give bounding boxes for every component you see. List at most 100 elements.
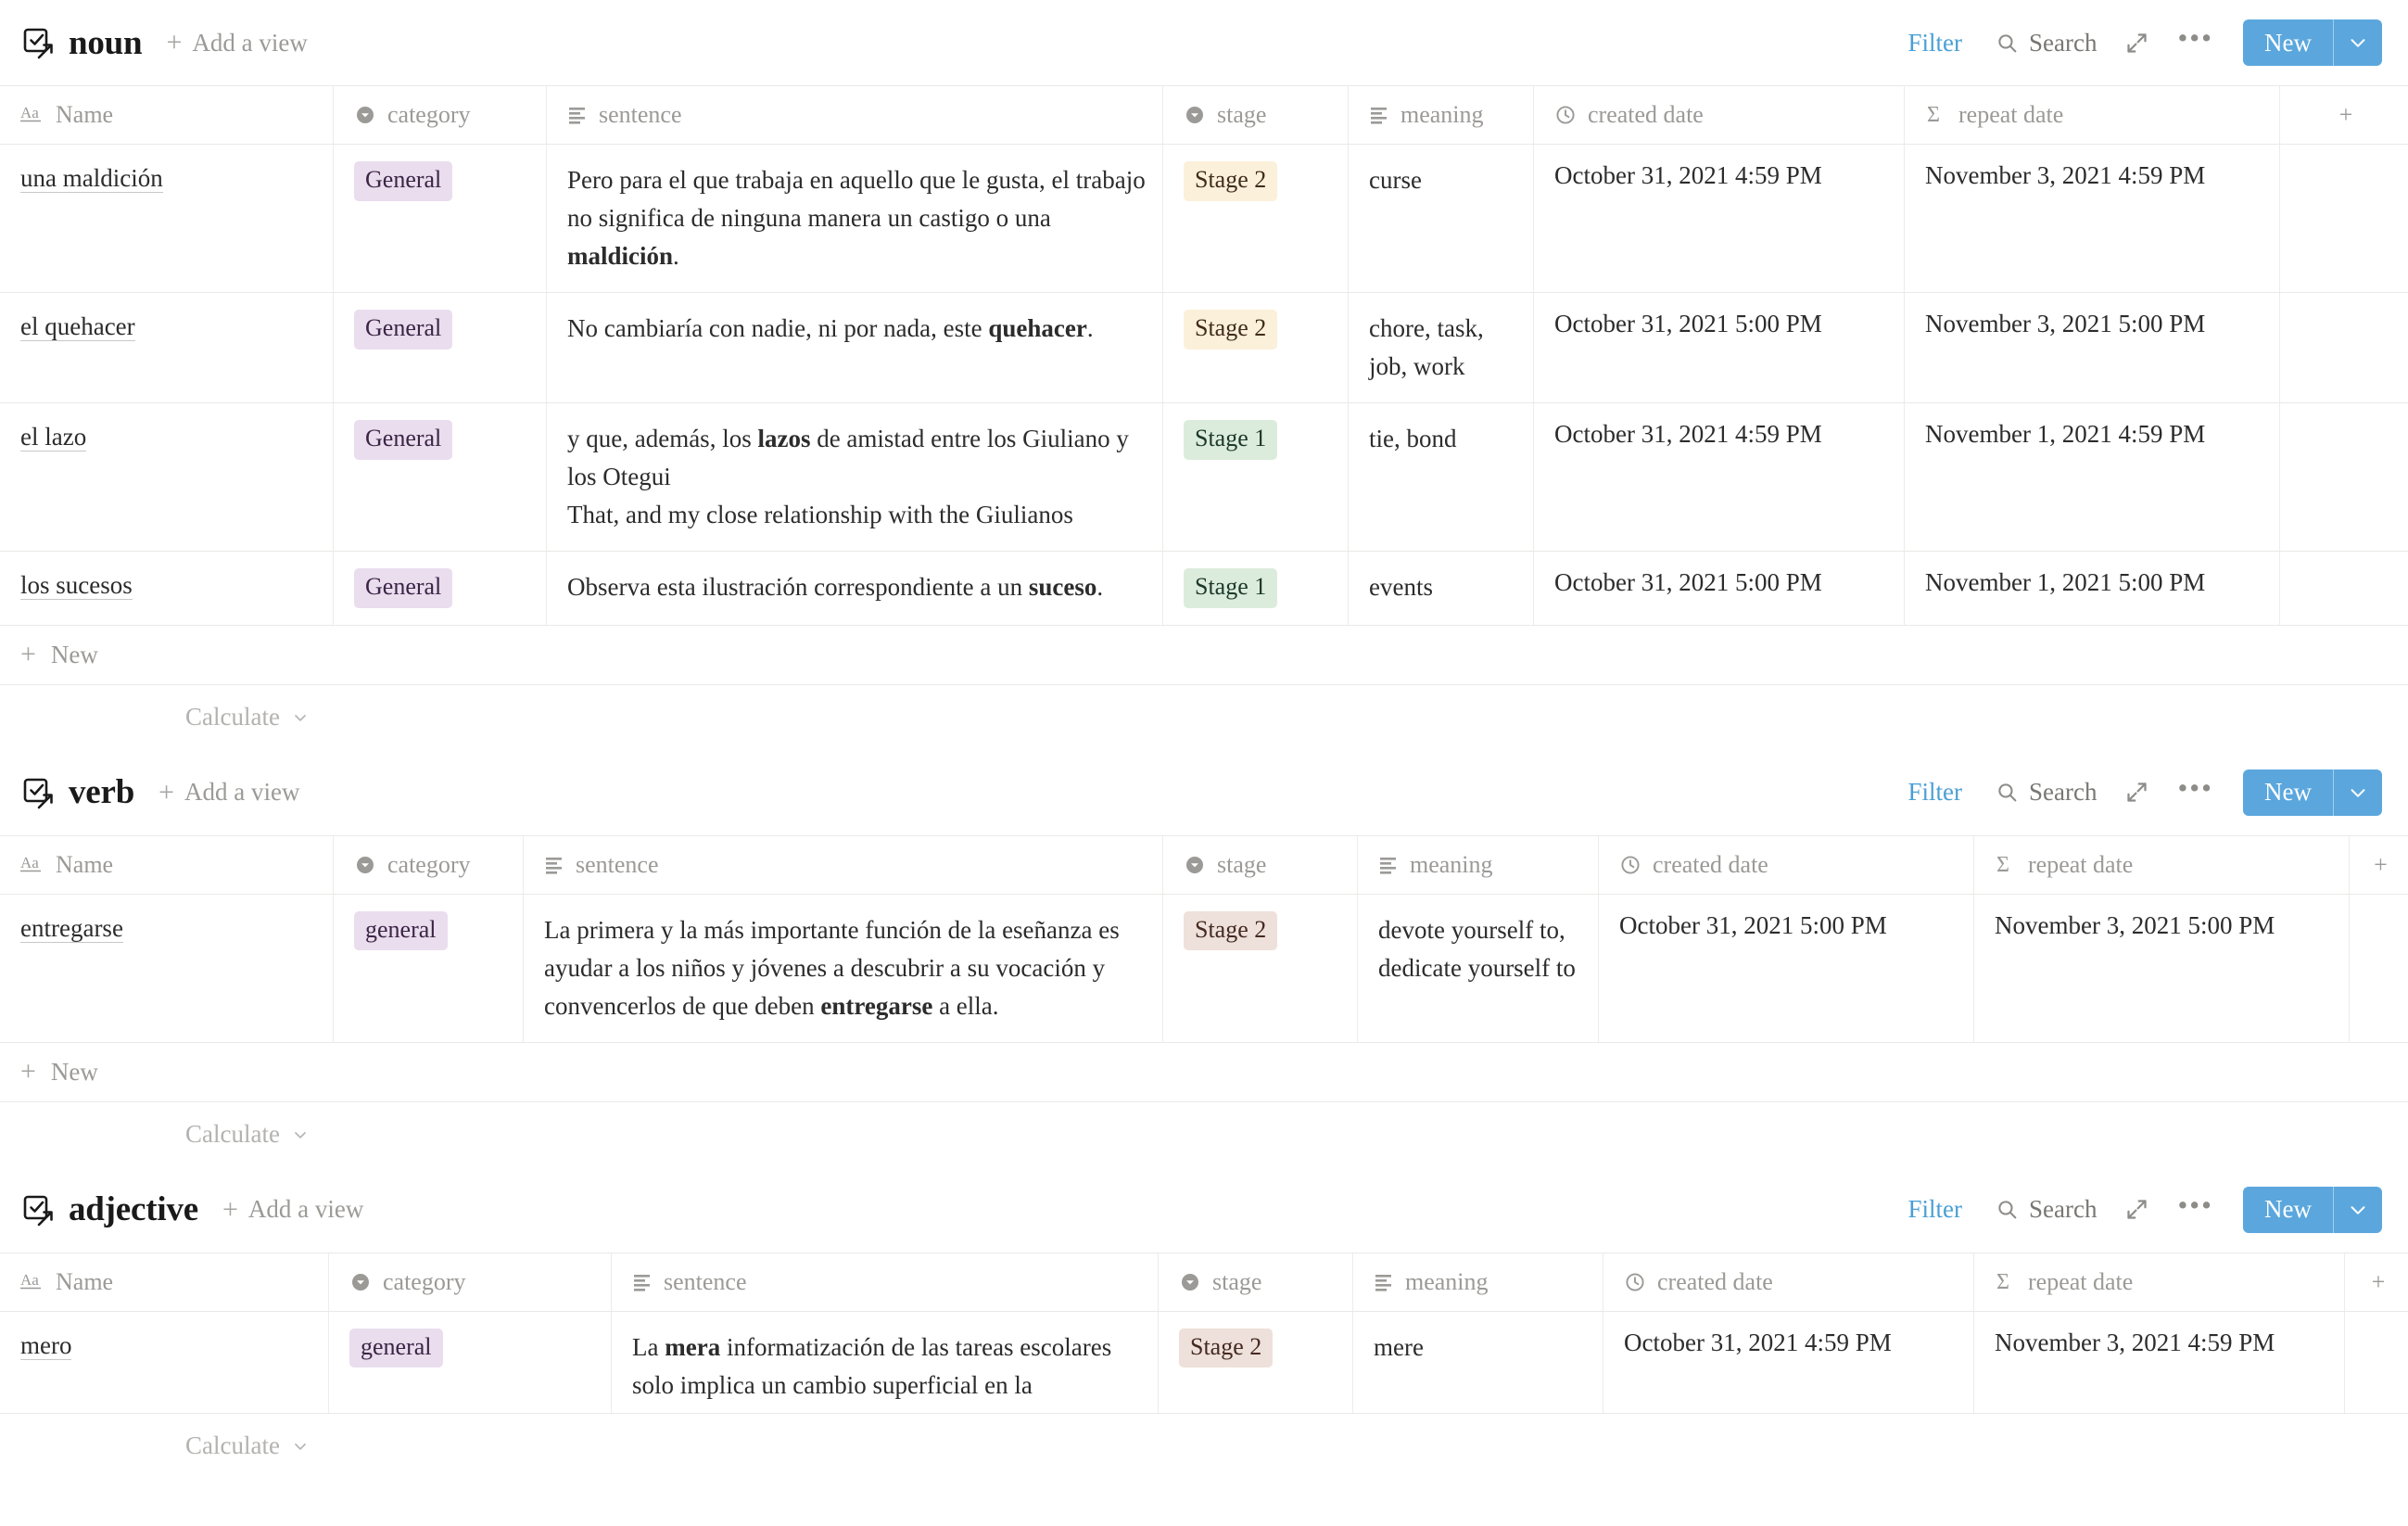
expand-icon[interactable] <box>2124 1197 2149 1222</box>
search-button[interactable]: Search <box>1996 1195 2097 1224</box>
chevron-down-icon[interactable] <box>2334 769 2382 816</box>
column-header-name[interactable]: Aa Name <box>0 835 334 894</box>
calculate-bar[interactable]: Calculate <box>0 1414 2408 1479</box>
add-column-button[interactable]: + <box>2350 836 2408 894</box>
column-header-repeat-date[interactable]: Σ repeat date <box>1974 835 2350 894</box>
filter-button[interactable]: Filter <box>1907 1195 1962 1224</box>
cell-meaning[interactable]: events <box>1349 552 1534 625</box>
new-button[interactable]: New <box>2243 769 2382 816</box>
cell-sentence[interactable]: Pero para el que trabaja en aquello que … <box>547 145 1163 293</box>
cell-created-date[interactable]: October 31, 2021 5:00 PM <box>1534 293 1905 403</box>
cell-repeat-date[interactable]: November 3, 2021 5:00 PM <box>1905 293 2280 403</box>
cell-name[interactable]: el lazo <box>0 403 334 552</box>
cell-category[interactable]: General <box>334 145 547 293</box>
cell-meaning[interactable]: devote yourself to, dedicate yourself to <box>1358 894 1599 1042</box>
cell-sentence[interactable]: Observa esta ilustración correspondiente… <box>547 552 1163 625</box>
cell-category[interactable]: General <box>334 293 547 403</box>
row-title-link[interactable]: los sucesos <box>20 571 133 601</box>
row-title-link[interactable]: mero <box>20 1330 72 1360</box>
cell-stage[interactable]: Stage 2 <box>1163 145 1349 293</box>
cell-created-date[interactable]: October 31, 2021 4:59 PM <box>1603 1311 1974 1413</box>
new-row-button[interactable]: + New <box>0 1043 2408 1102</box>
table-row[interactable]: el quehacer General No cambiaría con nad… <box>0 293 2408 404</box>
chevron-down-icon[interactable] <box>2334 19 2382 66</box>
cell-sentence[interactable]: No cambiaría con nadie, ni por nada, est… <box>547 293 1163 403</box>
column-header-repeat-date[interactable]: Σ repeat date <box>1905 86 2280 144</box>
column-header-sentence[interactable]: sentence <box>547 86 1163 144</box>
row-title-link[interactable]: el quehacer <box>20 312 135 342</box>
cell-created-date[interactable]: October 31, 2021 5:00 PM <box>1599 894 1974 1042</box>
cell-category[interactable]: General <box>334 552 547 625</box>
cell-name[interactable]: una maldición <box>0 145 334 293</box>
cell-stage[interactable]: Stage 2 <box>1163 894 1358 1042</box>
add-a-view-button[interactable]: + Add a view <box>158 778 299 807</box>
column-header-sentence[interactable]: sentence <box>524 835 1163 894</box>
cell-category[interactable]: general <box>334 894 524 1042</box>
column-header-meaning[interactable]: meaning <box>1353 1253 1603 1311</box>
column-header-sentence[interactable]: sentence <box>612 1253 1159 1311</box>
cell-stage[interactable]: Stage 2 <box>1163 293 1349 403</box>
column-header-created-date[interactable]: created date <box>1603 1253 1974 1311</box>
cell-sentence[interactable]: y que, además, los lazos de amistad entr… <box>547 403 1163 552</box>
column-header-stage[interactable]: stage <box>1163 835 1358 894</box>
cell-repeat-date[interactable]: November 3, 2021 4:59 PM <box>1905 145 2280 293</box>
column-header-name[interactable]: Aa Name <box>0 86 334 144</box>
cell-category[interactable]: general <box>329 1311 612 1413</box>
row-title-link[interactable]: entregarse <box>20 913 123 943</box>
cell-sentence[interactable]: La primera y la más importante función d… <box>524 894 1163 1042</box>
add-column-button[interactable]: + <box>2345 1253 2408 1311</box>
expand-icon[interactable] <box>2124 31 2149 56</box>
column-header-meaning[interactable]: meaning <box>1349 86 1534 144</box>
column-header-category[interactable]: category <box>334 86 547 144</box>
database-title[interactable]: verb <box>69 775 134 809</box>
cell-name[interactable]: los sucesos <box>0 552 334 625</box>
row-title-link[interactable]: el lazo <box>20 423 87 452</box>
more-options-icon[interactable]: ••• <box>2177 23 2213 53</box>
column-header-created-date[interactable]: created date <box>1599 835 1974 894</box>
table-row[interactable]: los sucesos General Observa esta ilustra… <box>0 552 2408 626</box>
column-header-category[interactable]: category <box>334 835 524 894</box>
column-header-stage[interactable]: stage <box>1159 1253 1353 1311</box>
database-title[interactable]: adjective <box>69 1192 198 1227</box>
database-title[interactable]: noun <box>69 26 143 60</box>
cell-created-date[interactable]: October 31, 2021 5:00 PM <box>1534 552 1905 625</box>
column-header-repeat-date[interactable]: Σ repeat date <box>1974 1253 2345 1311</box>
table-row[interactable]: el lazo General y que, además, los lazos… <box>0 403 2408 553</box>
cell-repeat-date[interactable]: November 3, 2021 4:59 PM <box>1974 1311 2345 1413</box>
expand-icon[interactable] <box>2124 780 2149 805</box>
new-row-button[interactable]: + New <box>0 626 2408 685</box>
cell-meaning[interactable]: mere <box>1353 1311 1603 1413</box>
filter-button[interactable]: Filter <box>1907 778 1962 807</box>
cell-created-date[interactable]: October 31, 2021 4:59 PM <box>1534 403 1905 552</box>
chevron-down-icon[interactable] <box>2334 1187 2382 1233</box>
cell-sentence[interactable]: La mera informatización de las tareas es… <box>612 1311 1159 1413</box>
filter-button[interactable]: Filter <box>1907 29 1962 57</box>
table-row[interactable]: entregarse general La primera y la más i… <box>0 894 2408 1043</box>
more-options-icon[interactable]: ••• <box>2177 1189 2213 1220</box>
cell-repeat-date[interactable]: November 3, 2021 5:00 PM <box>1974 894 2350 1042</box>
add-a-view-button[interactable]: + Add a view <box>166 29 307 57</box>
cell-meaning[interactable]: tie, bond <box>1349 403 1534 552</box>
calculate-bar[interactable]: Calculate <box>0 1102 2408 1167</box>
cell-category[interactable]: General <box>334 403 547 552</box>
column-header-stage[interactable]: stage <box>1163 86 1349 144</box>
cell-stage[interactable]: Stage 2 <box>1159 1311 1353 1413</box>
add-a-view-button[interactable]: + Add a view <box>222 1195 363 1224</box>
new-button[interactable]: New <box>2243 19 2382 66</box>
cell-name[interactable]: mero <box>0 1311 329 1413</box>
cell-meaning[interactable]: curse <box>1349 145 1534 293</box>
column-header-category[interactable]: category <box>329 1253 612 1311</box>
column-header-name[interactable]: Aa Name <box>0 1253 329 1311</box>
cell-stage[interactable]: Stage 1 <box>1163 552 1349 625</box>
table-row[interactable]: mero general La mera informatización de … <box>0 1311 2408 1414</box>
search-button[interactable]: Search <box>1996 29 2097 57</box>
more-options-icon[interactable]: ••• <box>2177 772 2213 803</box>
add-column-button[interactable]: + <box>2280 86 2408 144</box>
row-title-link[interactable]: una maldición <box>20 164 163 193</box>
table-row[interactable]: una maldición General Pero para el que t… <box>0 145 2408 294</box>
calculate-bar[interactable]: Calculate <box>0 685 2408 750</box>
new-button[interactable]: New <box>2243 1186 2382 1233</box>
search-button[interactable]: Search <box>1996 778 2097 807</box>
column-header-meaning[interactable]: meaning <box>1358 835 1599 894</box>
column-header-created-date[interactable]: created date <box>1534 86 1905 144</box>
